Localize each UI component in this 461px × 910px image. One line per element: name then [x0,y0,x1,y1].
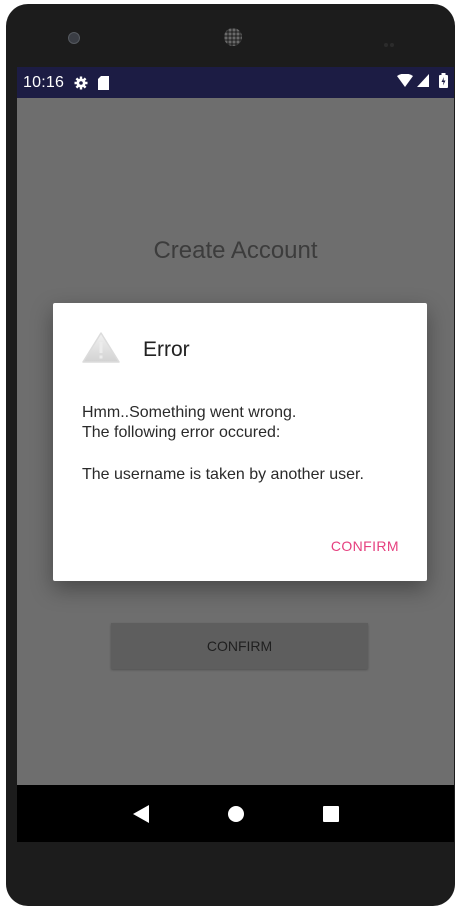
gear-icon [74,76,88,90]
home-icon[interactable] [216,794,256,834]
status-bar: 10:16 [17,67,454,98]
dialog-title: Error [143,337,190,361]
confirm-button[interactable]: CONFIRM [111,623,368,669]
error-dialog: Error Hmm..Something went wrong. The fol… [53,303,427,581]
message-line: Hmm..Something went wrong. [82,404,297,421]
dialog-confirm-button[interactable]: CONFIRM [331,538,399,554]
message-line: The following error occured: [82,424,281,441]
status-time: 10:16 [23,73,65,91]
message-line: The username is taken by another user. [82,466,364,483]
page-title: Create Account [153,237,318,264]
signal-icon [417,73,429,92]
dialog-header: Error [81,330,190,369]
dialog-message: Hmm..Something went wrong. The following… [82,403,402,485]
earpiece-speaker [224,28,242,46]
battery-icon [439,72,448,93]
recents-icon[interactable] [311,794,351,834]
sd-card-icon [98,75,110,90]
app-screen: 10:16 Create Account CONFIRM Error Hmm..… [17,67,454,842]
warning-icon [81,330,121,369]
back-icon[interactable] [121,794,161,834]
front-sensors [384,34,400,47]
proximity-sensor [68,32,80,44]
wifi-icon [397,73,413,92]
phone-frame: 10:16 Create Account CONFIRM Error Hmm..… [6,4,455,906]
navigation-bar [17,785,454,842]
